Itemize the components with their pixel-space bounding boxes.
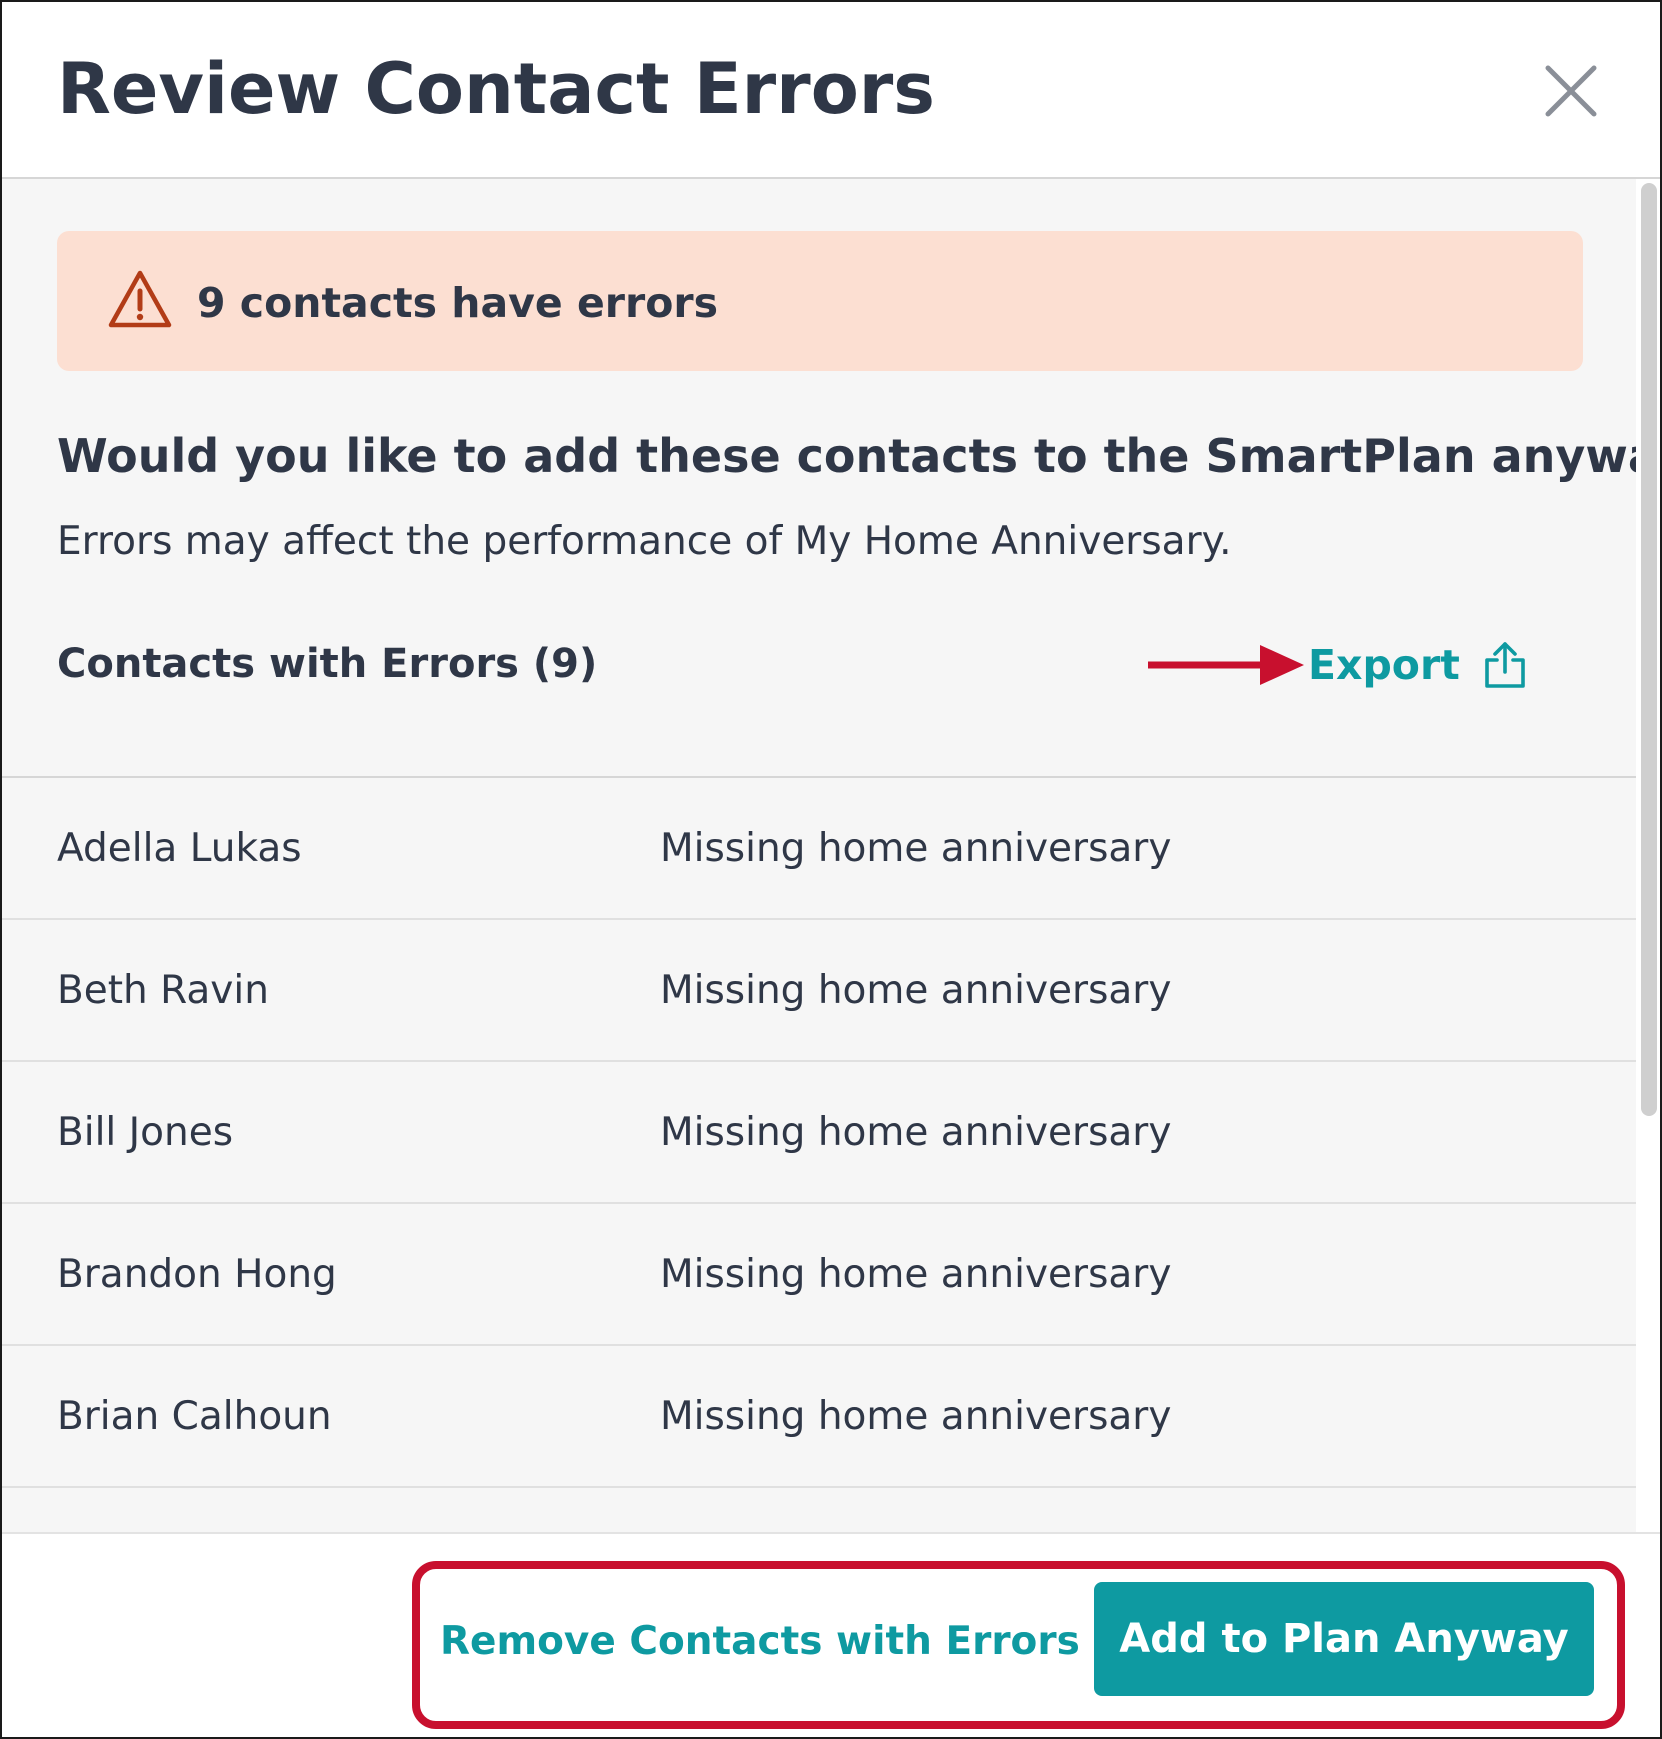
alert-message: 9 contacts have errors (197, 279, 719, 327)
export-label: Export (1308, 641, 1460, 689)
warning-triangle-icon (108, 270, 172, 328)
contact-error: Missing home anniversary (660, 1252, 1172, 1297)
share-upload-icon (1484, 642, 1525, 688)
remove-contacts-with-errors-button[interactable]: Remove Contacts with Errors (440, 1591, 1080, 1691)
contact-name: Brandon Hong (57, 1252, 337, 1297)
contact-name: Adella Lukas (57, 826, 302, 871)
table-row[interactable]: Adella Lukas Missing home anniversary (2, 778, 1636, 920)
annotation-arrow (1148, 645, 1304, 685)
contact-error: Missing home anniversary (660, 1394, 1172, 1439)
error-alert-banner: 9 contacts have errors (57, 231, 1583, 371)
close-icon (1545, 65, 1597, 117)
contact-name: Beth Ravin (57, 968, 269, 1013)
modal-footer: Remove Contacts with Errors Add to Plan … (2, 1532, 1660, 1737)
review-contact-errors-modal: Review Contact Errors 9 contacts have er… (0, 0, 1662, 1739)
scrollbar-thumb[interactable] (1641, 183, 1657, 1116)
contact-error: Missing home anniversary (660, 968, 1172, 1013)
table-row[interactable]: Bill Jones Missing home anniversary (2, 1062, 1636, 1204)
table-row[interactable]: Brandon Hong Missing home anniversary (2, 1204, 1636, 1346)
table-row[interactable]: Beth Ravin Missing home anniversary (2, 920, 1636, 1062)
list-scrollbar[interactable] (1638, 179, 1660, 1532)
warning-description: Errors may affect the performance of My … (57, 519, 1232, 564)
contact-name: Bill Jones (57, 1110, 234, 1155)
contacts-with-errors-heading: Contacts with Errors (9) (57, 641, 598, 687)
contact-error: Missing home anniversary (660, 1110, 1172, 1155)
table-row[interactable]: Brian Calhoun Missing home anniversary (2, 1346, 1636, 1488)
contact-name: Brian Calhoun (57, 1394, 332, 1439)
modal-body: 9 contacts have errors Would you like to… (2, 179, 1636, 1532)
contact-error: Missing home anniversary (660, 826, 1172, 871)
add-to-plan-anyway-button[interactable]: Add to Plan Anyway (1094, 1582, 1594, 1696)
export-link[interactable]: Export (1308, 637, 1528, 693)
contacts-error-list: Adella Lukas Missing home anniversary Be… (2, 778, 1636, 1532)
modal-header: Review Contact Errors (2, 2, 1660, 179)
close-button[interactable] (1542, 62, 1600, 120)
modal-title: Review Contact Errors (57, 48, 935, 130)
table-row[interactable] (2, 1488, 1636, 1532)
confirmation-question: Would you like to add these contacts to … (57, 429, 1636, 483)
